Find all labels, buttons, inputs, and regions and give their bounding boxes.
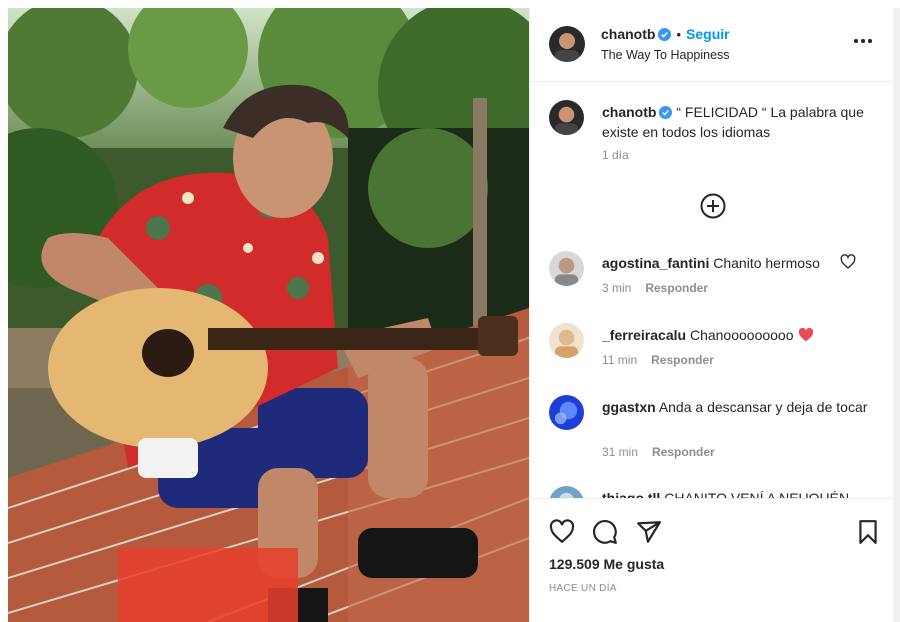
comments-list[interactable]: chanotb “ FELICIDAD “ La palabra que exi… <box>530 82 894 498</box>
caption-avatar-image <box>549 100 584 135</box>
caption-username[interactable]: chanotb <box>602 104 656 120</box>
comment-body: thiago.tll CHANITO VENÍ A NEUQUÉN <box>602 488 872 498</box>
comment-time[interactable]: 3 min <box>602 281 631 295</box>
red-heart-emoji-icon <box>798 328 813 342</box>
caption-avatar[interactable] <box>549 100 584 135</box>
comment-body: agostina_fantini Chanito hermoso <box>602 253 872 273</box>
comment-body: ggastxn Anda a descansar y deja de tocar <box>602 397 872 417</box>
comment-text: Chanooooooooo <box>689 327 794 343</box>
like-comment-heart-icon[interactable] <box>840 254 856 270</box>
header-title-row: chanotb • Seguir <box>601 26 730 44</box>
verified-badge-icon <box>659 106 673 119</box>
post-actions: 129.509 Me gusta HACE UN DÍA <box>530 498 894 622</box>
separator-dot: • <box>676 27 682 42</box>
more-options-icon[interactable] <box>854 38 874 44</box>
reply-button[interactable]: Responder <box>651 353 714 367</box>
comment-text: CHANITO VENÍ A NEUQUÉN <box>664 490 850 498</box>
comment-avatar-image <box>549 323 584 358</box>
likes-count[interactable]: 129.509 Me gusta <box>549 556 664 572</box>
like-heart-icon[interactable] <box>549 519 575 545</box>
comment-avatar[interactable] <box>549 395 584 430</box>
reply-button[interactable]: Responder <box>652 445 715 459</box>
comment-username[interactable]: ggastxn <box>602 399 656 415</box>
comment-time[interactable]: 31 min <box>602 445 638 459</box>
avatar[interactable] <box>549 26 585 62</box>
comment-avatar-image <box>549 395 584 430</box>
header-subtitle[interactable]: The Way To Happiness <box>601 48 730 62</box>
header-username[interactable]: chanotb <box>601 26 655 42</box>
reply-button[interactable]: Responder <box>645 281 708 295</box>
comment-body: _ferreiracalu Chanooooooooo <box>602 325 872 345</box>
comment-text: Anda a descansar y deja de tocar <box>658 399 868 415</box>
comment-meta: 31 min Responder <box>602 445 715 459</box>
comment-avatar[interactable] <box>549 251 584 286</box>
post-side-panel: chanotb • Seguir The Way To Happiness chan… <box>529 8 894 622</box>
comment-username[interactable]: _ferreiracalu <box>602 327 686 343</box>
caption-body: chanotb “ FELICIDAD “ La palabra que exi… <box>602 102 872 142</box>
share-paper-plane-icon[interactable] <box>636 519 662 545</box>
load-more-comments-icon[interactable] <box>699 192 727 220</box>
comment-bubble-icon[interactable] <box>592 519 618 545</box>
verified-badge-icon <box>658 28 672 41</box>
comment-meta: 3 min Responder <box>602 281 708 295</box>
comment-avatar[interactable] <box>549 486 584 498</box>
comment-username[interactable]: thiago.tll <box>602 490 660 498</box>
comment-avatar[interactable] <box>549 323 584 358</box>
comment-time[interactable]: 11 min <box>602 353 637 367</box>
save-bookmark-icon[interactable] <box>855 519 881 545</box>
comment-username[interactable]: agostina_fantini <box>602 255 709 271</box>
avatar-image <box>549 26 585 62</box>
page-scrollbar[interactable] <box>893 8 900 622</box>
post-image <box>8 8 529 622</box>
comment-meta: 11 min Responder <box>602 353 714 367</box>
post-timestamp[interactable]: HACE UN DÍA <box>549 583 617 594</box>
comment-avatar-image <box>549 251 584 286</box>
comment-text: Chanito hermoso <box>713 255 820 271</box>
caption-time[interactable]: 1 día <box>602 148 629 162</box>
comment-avatar-image <box>549 486 584 498</box>
post-header: chanotb • Seguir The Way To Happiness <box>530 8 894 82</box>
follow-button[interactable]: Seguir <box>686 26 730 42</box>
post-photo[interactable] <box>8 8 529 622</box>
